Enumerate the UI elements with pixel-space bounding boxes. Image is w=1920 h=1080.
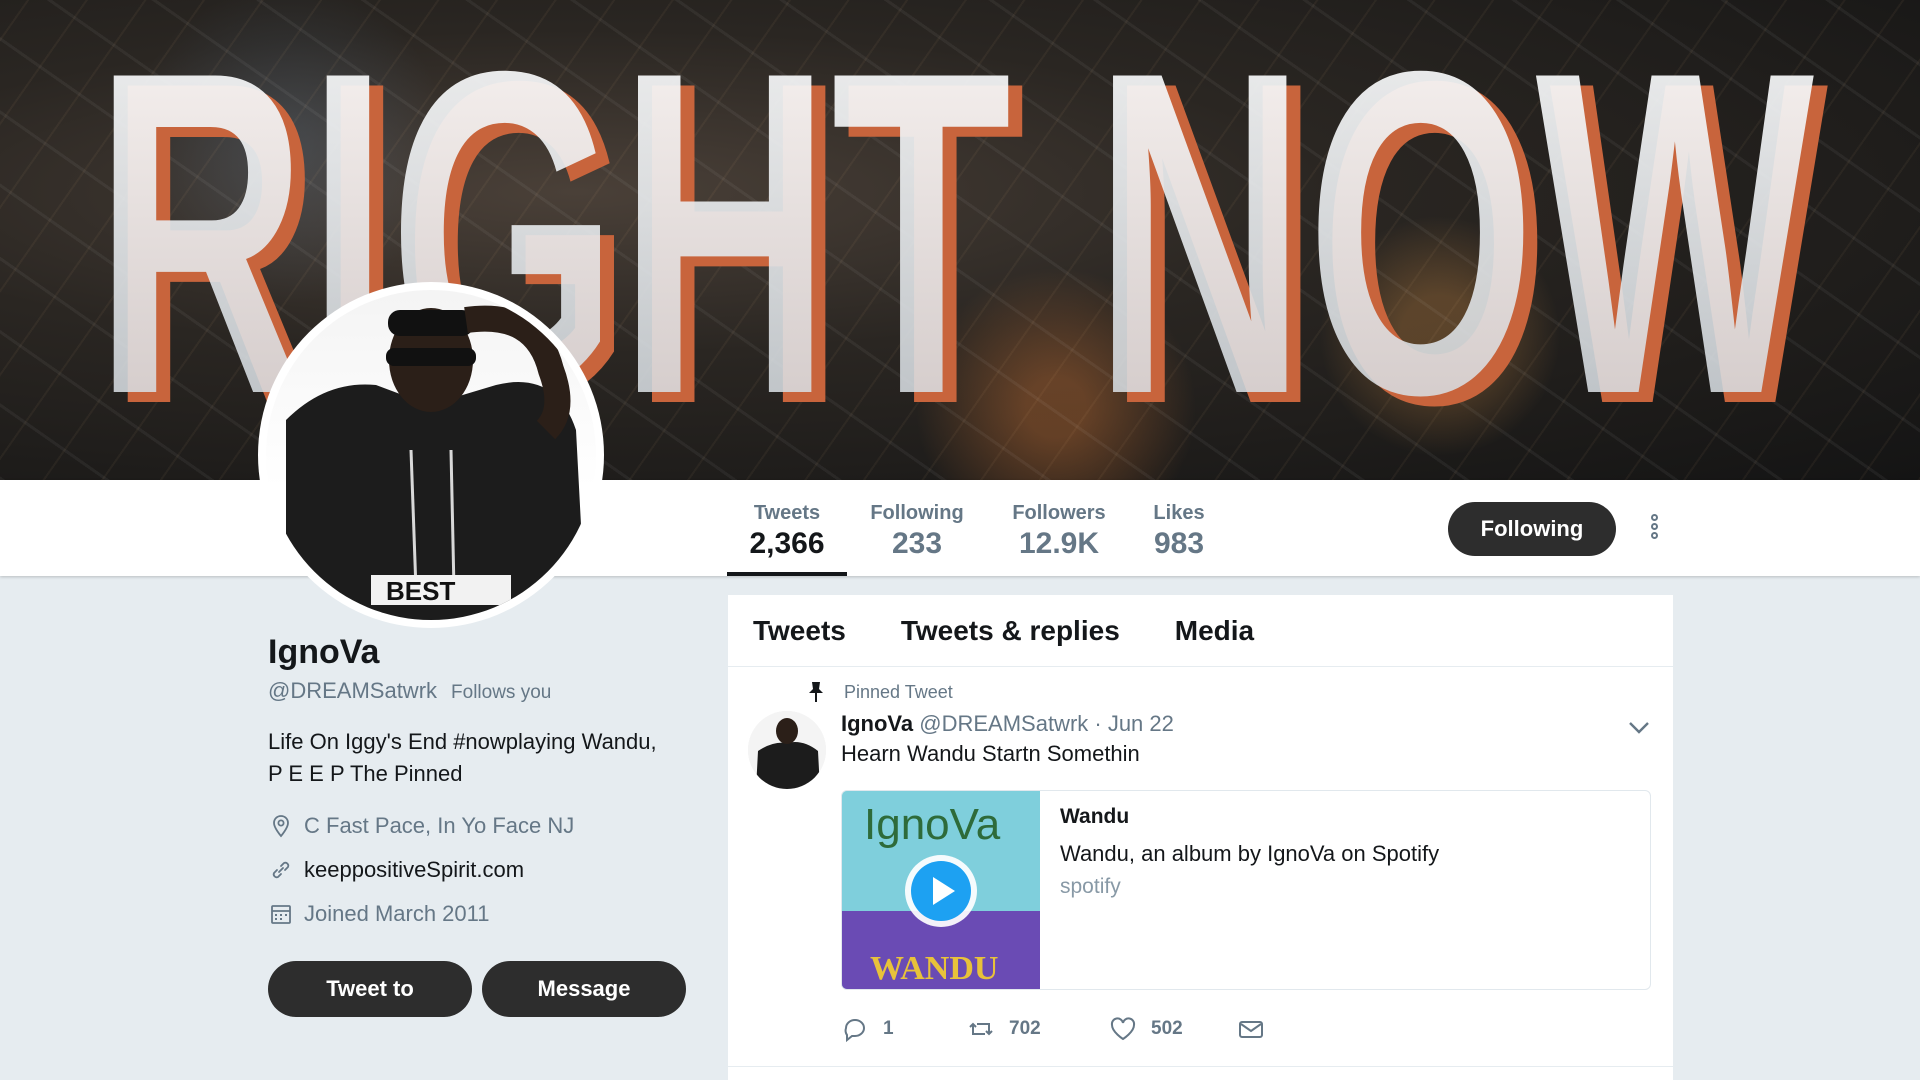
link-icon: [268, 857, 294, 883]
album-art-subtitle: WANDU: [870, 950, 998, 987]
card-title: Wandu: [1060, 805, 1130, 828]
tweet-header: IgnoVa @DREAMSatwrk · Jun 22: [841, 711, 1174, 737]
tweet-to-button[interactable]: Tweet to: [268, 961, 472, 1017]
tweet-text: Hearn Wandu Startn Somethin: [841, 741, 1140, 766]
calendar-icon: [268, 901, 294, 927]
profile-avatar[interactable]: BEST: [258, 282, 604, 628]
like-button[interactable]: 502: [1109, 1015, 1237, 1043]
avatar-shirt-text: BEST: [386, 576, 455, 606]
stat-likes[interactable]: Likes 983: [1146, 480, 1212, 576]
message-button[interactable]: Message: [482, 961, 686, 1017]
retweet-icon: [969, 1022, 993, 1036]
tab-media[interactable]: Media: [1175, 615, 1254, 647]
heart-icon: [1110, 1017, 1136, 1041]
stat-followers[interactable]: Followers 12.9K: [1006, 480, 1112, 576]
album-art-title: IgnoVa: [864, 800, 1001, 849]
like-count: 502: [1151, 1018, 1183, 1039]
retweet-button[interactable]: 702: [967, 1015, 1109, 1043]
bio-line: P E E P The Pinned: [268, 761, 463, 786]
profile-name[interactable]: IgnoVa: [268, 632, 688, 672]
direct-message-button[interactable]: [1237, 1015, 1265, 1043]
stat-value: 2,366: [749, 527, 825, 560]
reply-icon: [844, 1019, 865, 1043]
pinned-label: Pinned Tweet: [806, 681, 953, 703]
stat-label: Followers: [1012, 502, 1106, 524]
stat-value: 983: [1153, 527, 1205, 560]
profile-actions: Tweet to Message: [268, 961, 686, 1017]
timeline-tabs: Tweets Tweets & replies Media: [728, 595, 1673, 667]
location-pin-icon: [268, 813, 294, 839]
reply-count: 1: [883, 1018, 894, 1039]
spotify-card[interactable]: IgnoVa WANDU Wandu Wandu, an album by Ig…: [841, 790, 1651, 990]
tweet-actions: 1 702 502: [841, 1015, 1265, 1043]
stat-label: Tweets: [753, 502, 821, 524]
card-description: Wandu, an album by IgnoVa on Spotify: [1060, 841, 1440, 866]
chevron-down-icon[interactable]: [1626, 717, 1652, 737]
tweet-avatar[interactable]: [748, 711, 826, 789]
following-button[interactable]: Following: [1448, 502, 1616, 556]
stat-value: 12.9K: [1018, 527, 1100, 560]
pin-icon: [809, 682, 823, 702]
profile-bio: Life On Iggy's End #nowplaying Wandu, P …: [268, 726, 688, 790]
tab-tweets[interactable]: Tweets: [753, 615, 846, 647]
pinned-text: Pinned Tweet: [844, 681, 953, 702]
card-domain: spotify: [1060, 875, 1121, 898]
reply-button[interactable]: 1: [841, 1015, 967, 1043]
stat-tweets[interactable]: Tweets 2,366: [727, 480, 847, 576]
location-text: C Fast Pace, In Yo Face NJ: [304, 813, 575, 838]
profile-info: IgnoVa @DREAMSatwrk Follows you Life On …: [268, 632, 688, 936]
joined-text: Joined March 2011: [304, 901, 490, 926]
tweet-author-name[interactable]: IgnoVa: [841, 711, 913, 736]
retweet-count: 702: [1009, 1018, 1041, 1039]
card-body: Wandu Wandu, an album by IgnoVa on Spoti…: [1060, 805, 1640, 899]
profile-joined: Joined March 2011: [268, 892, 688, 936]
stat-following[interactable]: Following 233: [866, 480, 968, 576]
stat-value: 233: [891, 527, 943, 560]
album-art: IgnoVa WANDU: [842, 791, 1040, 989]
profile-website: keeppositiveSpirit.com: [268, 848, 688, 892]
stat-label: Likes: [1153, 502, 1205, 524]
profile-location: C Fast Pace, In Yo Face NJ: [268, 804, 688, 848]
envelope-icon: [1239, 1021, 1263, 1038]
website-link[interactable]: keeppositiveSpirit.com: [304, 857, 524, 883]
avatar-photo: BEST: [266, 290, 596, 620]
profile-handle[interactable]: @DREAMSatwrk: [268, 678, 437, 704]
tweet-handle-date[interactable]: @DREAMSatwrk · Jun 22: [919, 711, 1174, 736]
tab-tweets-replies[interactable]: Tweets & replies: [901, 615, 1120, 647]
stat-label: Following: [870, 502, 964, 524]
bio-line: Life On Iggy's End #nowplaying Wandu,: [268, 729, 657, 754]
more-vertical-icon[interactable]: [1642, 512, 1666, 548]
pinned-tweet[interactable]: Pinned Tweet IgnoVa @DREAMSatwrk · Jun 2…: [728, 667, 1673, 1067]
follows-you-badge: Follows you: [451, 682, 552, 703]
